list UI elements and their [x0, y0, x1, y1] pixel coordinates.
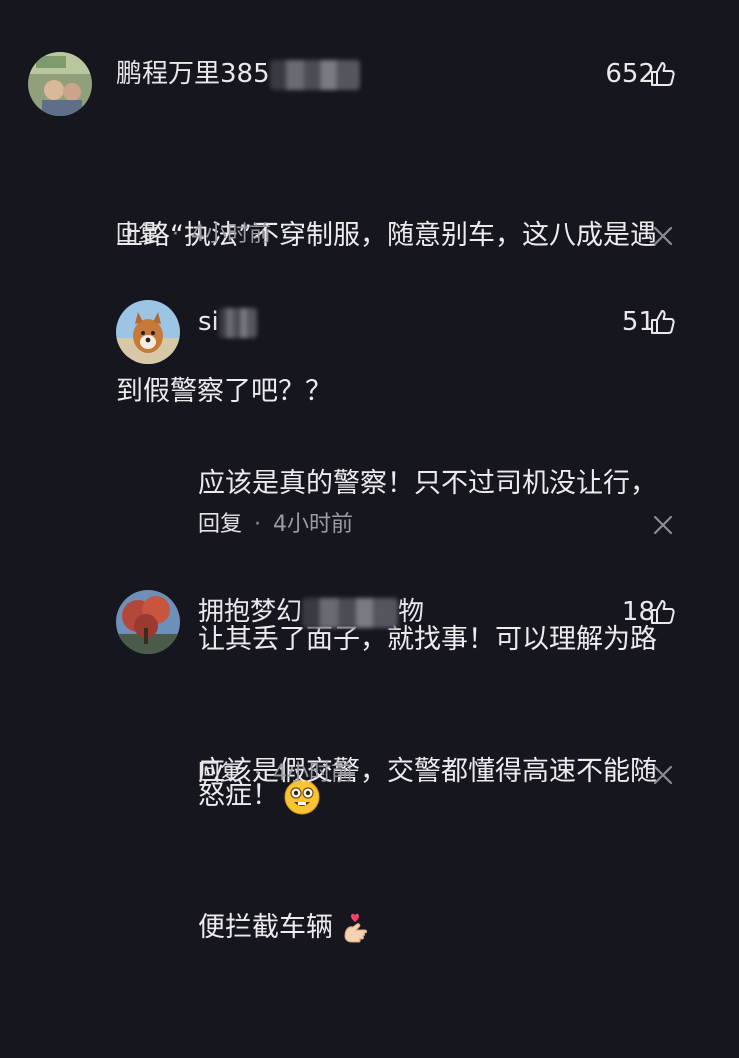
reply-button[interactable]: 回复 [198, 761, 242, 786]
redacted-username [218, 307, 257, 338]
close-icon[interactable] [651, 224, 675, 248]
redacted-username [302, 597, 399, 628]
timestamp: 4小时前 [273, 761, 354, 786]
avatar-image [28, 52, 92, 116]
comment-text-last-line: 便拦截车辆 [198, 902, 657, 954]
thumbs-up-icon[interactable] [648, 60, 676, 88]
reply-button[interactable]: 回复 [198, 512, 242, 537]
timestamp: 4小时前 [191, 222, 272, 247]
avatar[interactable] [28, 52, 92, 116]
comment-meta: 回复 · 4小时前 [198, 761, 354, 786]
thumbs-up-icon[interactable] [648, 308, 676, 336]
comment-text: 应该是假交警，交警都懂得高速不能随 便拦截车辆 [198, 642, 657, 1058]
avatar-image [116, 300, 180, 364]
timestamp: 4小时前 [273, 512, 354, 537]
heart-hands-emoji [344, 913, 367, 942]
redacted-username [269, 59, 360, 90]
avatar[interactable] [116, 300, 180, 364]
thumbs-up-icon[interactable] [648, 598, 676, 626]
comment-meta: 回复 · 4小时前 [116, 222, 272, 247]
reply-button[interactable]: 回复 [116, 222, 160, 247]
username[interactable]: si [198, 306, 257, 338]
avatar-image [116, 590, 180, 654]
avatar[interactable] [116, 590, 180, 654]
username[interactable]: 拥抱梦幻物 [198, 596, 424, 628]
close-icon[interactable] [651, 513, 675, 537]
reply-item: si 51 应该是真的警察！只不过司机没让行， 让其丢了面子，就找事！可以理解为… [0, 270, 739, 814]
comment-meta: 回复 · 4小时前 [198, 512, 354, 537]
username[interactable]: 鹏程万里385 [116, 58, 360, 90]
close-icon[interactable] [651, 763, 675, 787]
comment-item: 鹏程万里385 652 上路“执法”不穿制服，随意别车，这八成是遇 到假警察了吧… [0, 0, 739, 407]
reply-item: 拥抱梦幻物 18 应该是假交警，交警都懂得高速不能随 便拦截车辆 回复 · 4小时前 [0, 570, 739, 943]
